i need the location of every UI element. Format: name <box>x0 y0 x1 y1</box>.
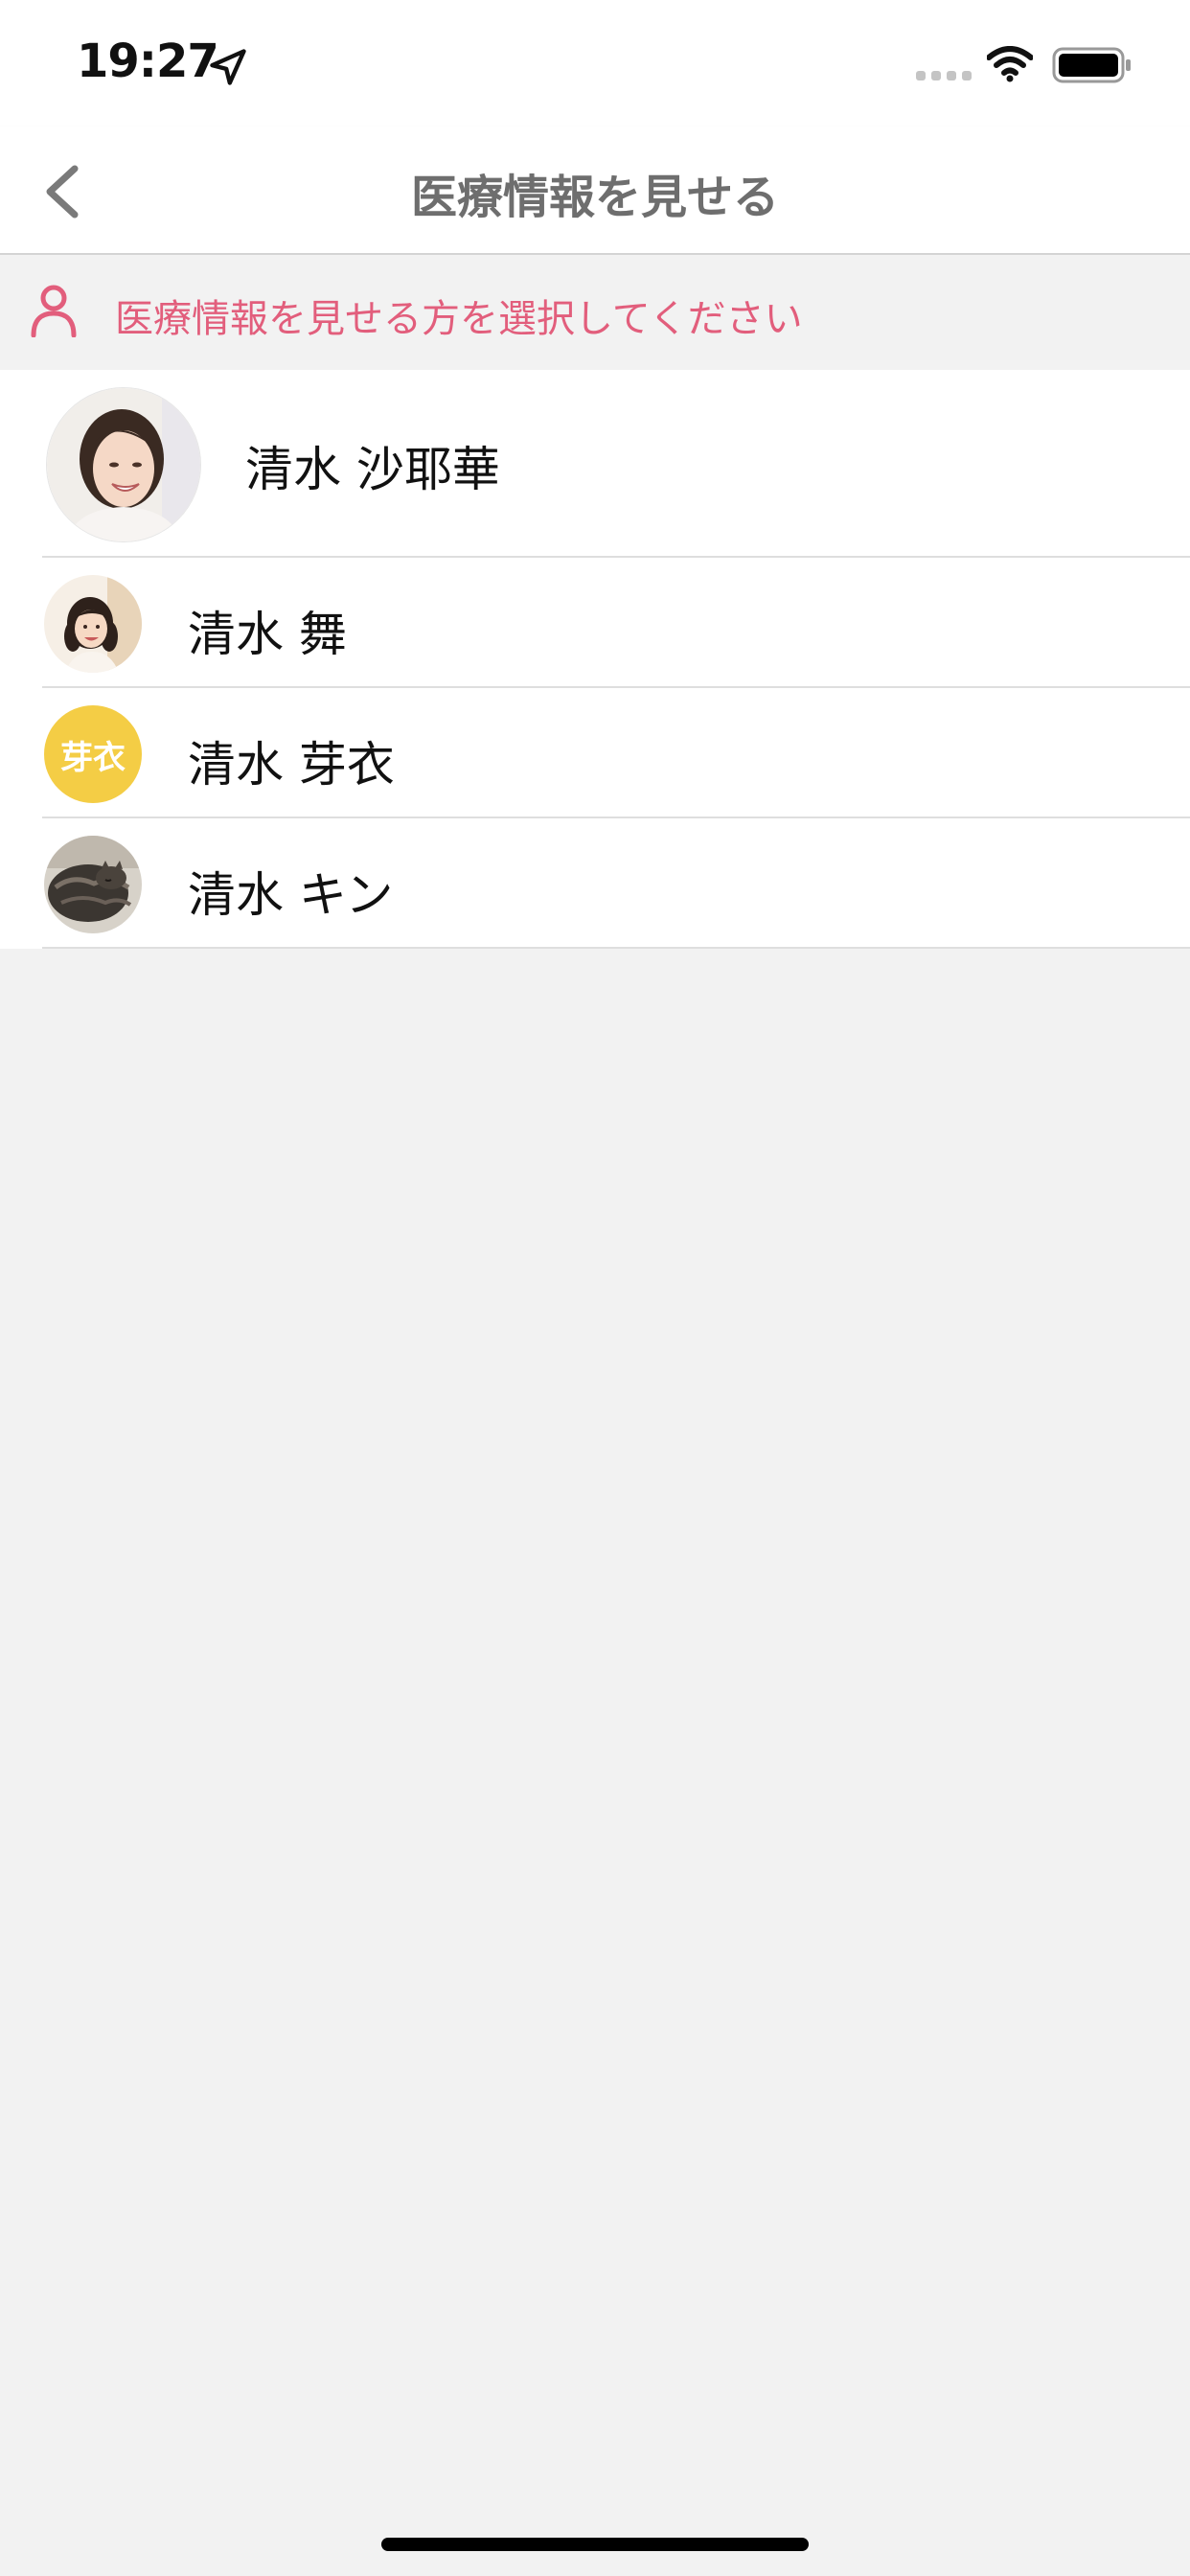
member-row-mei[interactable]: 芽衣 清水 芽衣 <box>0 688 1190 818</box>
navigation-bar: 医療情報を見せる <box>0 126 1190 255</box>
status-time: 19:27 <box>77 34 219 88</box>
avatar <box>46 387 201 542</box>
instruction-banner: 医療情報を見せる方を選択してください <box>0 255 1190 370</box>
battery-icon <box>1052 47 1131 83</box>
avatar <box>44 575 142 673</box>
cellular-signal-icon <box>916 71 972 80</box>
page-title: 医療情報を見せる <box>410 171 779 224</box>
home-indicator[interactable] <box>381 2538 809 2551</box>
member-name: 清水 キン <box>188 867 394 923</box>
member-list: 清水 沙耶華 清水 舞 芽衣 清水 芽衣 清水 キン <box>0 370 1190 949</box>
status-bar: 19:27 <box>0 0 1190 126</box>
divider <box>42 947 1190 949</box>
avatar <box>44 836 142 933</box>
member-name: 清水 沙耶華 <box>245 442 500 497</box>
instruction-text: 医療情報を見せる方を選択してください <box>115 297 803 341</box>
avatar: 芽衣 <box>44 705 142 803</box>
person-icon <box>31 285 77 337</box>
member-row-kin[interactable]: 清水 キン <box>0 818 1190 949</box>
member-row-mai[interactable]: 清水 舞 <box>0 558 1190 688</box>
wifi-icon <box>987 46 1033 82</box>
member-row-sayaka[interactable]: 清水 沙耶華 <box>0 370 1190 558</box>
location-arrow-icon <box>210 49 246 85</box>
member-name: 清水 芽衣 <box>188 737 395 793</box>
member-name: 清水 舞 <box>188 607 347 662</box>
